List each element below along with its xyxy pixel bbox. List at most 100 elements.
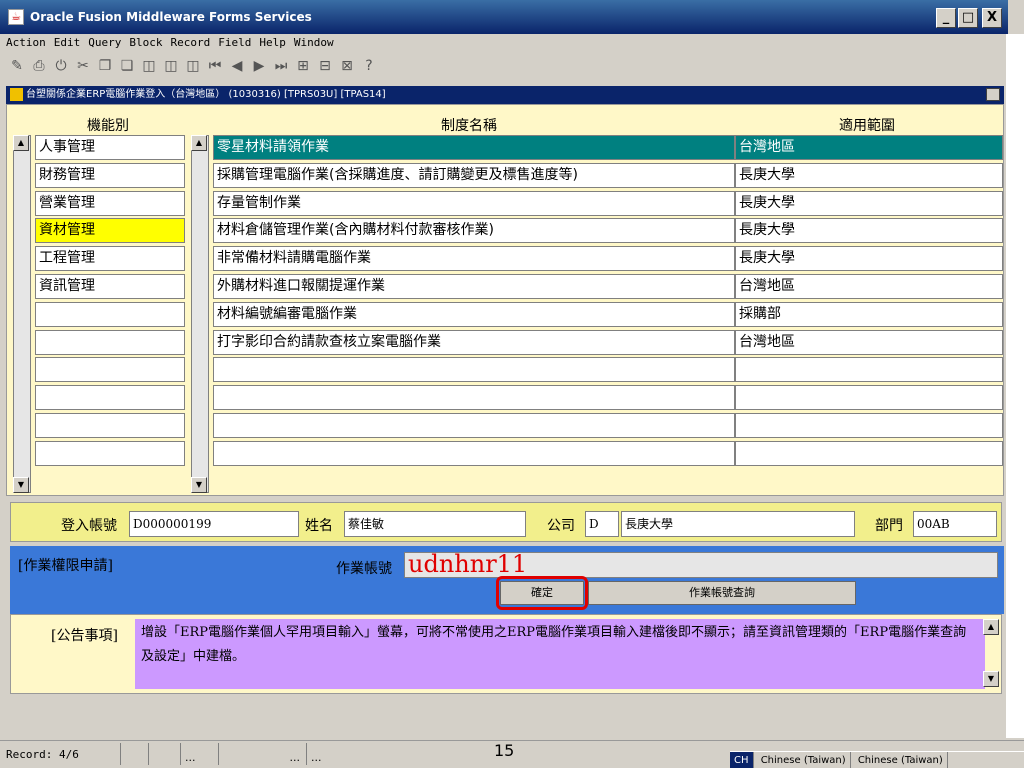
menu-item-block[interactable]: Block xyxy=(129,36,162,49)
lock-record-icon[interactable]: ⊠ xyxy=(336,58,358,74)
category-item[interactable]: 人事管理 xyxy=(35,135,185,160)
scope-cell[interactable]: 長庚大學 xyxy=(735,190,1003,216)
scope-cell[interactable]: 長庚大學 xyxy=(735,162,1003,188)
first-record-icon[interactable]: ⏮ xyxy=(204,58,226,74)
scroll-down-icon[interactable]: ▼ xyxy=(983,671,999,687)
paste-icon[interactable]: ❏ xyxy=(116,58,138,74)
scope-cell[interactable]: 台灣地區 xyxy=(735,274,1003,299)
header-category: 機能別 xyxy=(87,118,129,134)
menu-item-window[interactable]: Window xyxy=(294,36,334,49)
category-item[interactable] xyxy=(35,440,185,466)
login-field[interactable]: D000000199 xyxy=(129,511,299,537)
page-number: 15 xyxy=(494,741,515,760)
account-field[interactable]: udnhnr11 xyxy=(404,552,998,578)
category-item[interactable]: 營業管理 xyxy=(35,190,185,216)
scope-cell[interactable]: 採購部 xyxy=(735,301,1003,327)
language-label[interactable]: Chinese (Taiwan) xyxy=(854,752,948,768)
category-item[interactable]: 工程管理 xyxy=(35,246,185,272)
category-item[interactable] xyxy=(35,357,185,383)
system-name-cell[interactable] xyxy=(213,440,735,466)
scope-cell[interactable]: 長庚大學 xyxy=(735,218,1003,244)
account-label: 作業帳號 xyxy=(336,561,392,577)
category-item[interactable]: 資材管理 xyxy=(35,218,185,244)
scope-cell[interactable]: 台灣地區 xyxy=(735,135,1003,160)
dept-field[interactable]: 00AB xyxy=(913,511,997,537)
category-item[interactable] xyxy=(35,301,185,327)
scroll-down-icon[interactable]: ▼ xyxy=(191,477,207,493)
system-name-cell[interactable] xyxy=(213,385,735,411)
status-box: ... xyxy=(180,743,216,765)
next-record-icon[interactable]: ▶ xyxy=(248,58,270,74)
system-name-cell[interactable]: 材料編號編審電腦作業 xyxy=(213,301,735,327)
system-name-cell[interactable] xyxy=(213,413,735,438)
copy-icon[interactable]: ❐ xyxy=(94,58,116,74)
execute-query-icon[interactable]: ◫ xyxy=(160,58,182,74)
maximize-button[interactable]: □ xyxy=(958,8,978,28)
menu-item-field[interactable]: Field xyxy=(218,36,251,49)
save-icon[interactable]: ✎ xyxy=(6,58,28,74)
system-name-cell[interactable]: 採購管理電腦作業(含採購進度、請訂購變更及標售進度等) xyxy=(213,162,735,188)
system-name-cell[interactable]: 非常備材料請購電腦作業 xyxy=(213,246,735,272)
main-panel: 機能別 制度名稱 適用範圍 ▲ ▼ ▲ ▼ 人事管理 零星材料請領作業 台灣地區 財務… xyxy=(6,104,1004,496)
enter-query-icon[interactable]: ◫ xyxy=(138,58,160,74)
cut-icon[interactable]: ✂ xyxy=(72,58,94,74)
category-item[interactable] xyxy=(35,385,185,411)
category-item[interactable] xyxy=(35,329,185,355)
scroll-up-icon[interactable]: ▲ xyxy=(983,619,999,635)
name-label: 姓名 xyxy=(305,518,333,534)
notice-text: 增設「ERP電腦作業個人罕用項目輸入」螢幕，可將不常使用之ERP電腦作業項目輸入… xyxy=(135,619,985,689)
scroll-up-icon[interactable]: ▲ xyxy=(191,135,207,151)
system-scrollbar[interactable] xyxy=(191,135,209,493)
insert-record-icon[interactable]: ⊞ xyxy=(292,58,314,74)
company-name-field[interactable]: 長庚大學 xyxy=(621,511,855,537)
system-name-cell[interactable]: 外購材料進口報關提運作業 xyxy=(213,274,735,299)
delete-record-icon[interactable]: ⊟ xyxy=(314,58,336,74)
system-name-cell[interactable] xyxy=(213,357,735,383)
notice-label: [公告事項] xyxy=(51,628,118,644)
window-title: Oracle Fusion Middleware Forms Services xyxy=(30,10,312,24)
scope-cell[interactable] xyxy=(735,357,1003,383)
previous-record-icon[interactable]: ◀ xyxy=(226,58,248,74)
minimize-button[interactable]: _ xyxy=(936,8,956,28)
company-label: 公司 xyxy=(547,518,575,534)
system-name-cell[interactable]: 存量管制作業 xyxy=(213,190,735,216)
name-field[interactable]: 蔡佳敏 xyxy=(344,511,526,537)
category-item[interactable]: 資訊管理 xyxy=(35,274,185,299)
dept-label: 部門 xyxy=(875,518,903,534)
menu-bar: Action Edit Query Block Record Field Help Windo… xyxy=(6,36,1006,56)
form-icon xyxy=(10,88,23,101)
category-item[interactable] xyxy=(35,413,185,438)
scroll-down-icon[interactable]: ▼ xyxy=(13,477,29,493)
menu-item-help[interactable]: Help xyxy=(259,36,286,49)
system-name-cell[interactable]: 材料倉儲管理作業(含內購材料付款審核作業) xyxy=(213,218,735,244)
header-scope: 適用範圍 xyxy=(839,118,895,134)
close-button[interactable]: X xyxy=(982,8,1002,28)
menu-item-query[interactable]: Query xyxy=(88,36,121,49)
ime-indicator[interactable]: CH xyxy=(730,752,754,768)
cancel-query-icon[interactable]: ◫ xyxy=(182,58,204,74)
exit-icon[interactable]: ⏻ xyxy=(50,58,72,74)
company-code-field[interactable]: D xyxy=(585,511,619,537)
oracle-forms-window: ☕ Oracle Fusion Middleware Forms Service… xyxy=(0,0,1024,768)
language-label[interactable]: Chinese (Taiwan) xyxy=(757,752,851,768)
scroll-up-icon[interactable]: ▲ xyxy=(13,135,29,151)
restore-icon[interactable] xyxy=(986,88,1000,101)
scope-cell[interactable] xyxy=(735,413,1003,438)
status-bar: Record: 4/6 ... ... ... 15 CH Chinese (T… xyxy=(0,740,1024,768)
scope-cell[interactable]: 台灣地區 xyxy=(735,329,1003,355)
menu-item-edit[interactable]: Edit xyxy=(54,36,81,49)
help-icon[interactable]: ? xyxy=(358,58,380,74)
account-query-button[interactable]: 作業帳號查詢 xyxy=(588,581,856,605)
print-icon[interactable]: ⎙ xyxy=(28,58,50,74)
scope-cell[interactable] xyxy=(735,385,1003,411)
status-box: ... xyxy=(306,743,340,765)
system-name-cell[interactable]: 打字影印合約請款查核立案電腦作業 xyxy=(213,329,735,355)
category-item[interactable]: 財務管理 xyxy=(35,162,185,188)
scope-cell[interactable] xyxy=(735,440,1003,466)
system-name-cell[interactable]: 零星材料請領作業 xyxy=(213,135,735,160)
category-scrollbar[interactable] xyxy=(13,135,31,493)
menu-item-action[interactable]: Action xyxy=(6,36,46,49)
scope-cell[interactable]: 長庚大學 xyxy=(735,246,1003,272)
menu-item-record[interactable]: Record xyxy=(171,36,211,49)
last-record-icon[interactable]: ⏭ xyxy=(270,58,292,74)
